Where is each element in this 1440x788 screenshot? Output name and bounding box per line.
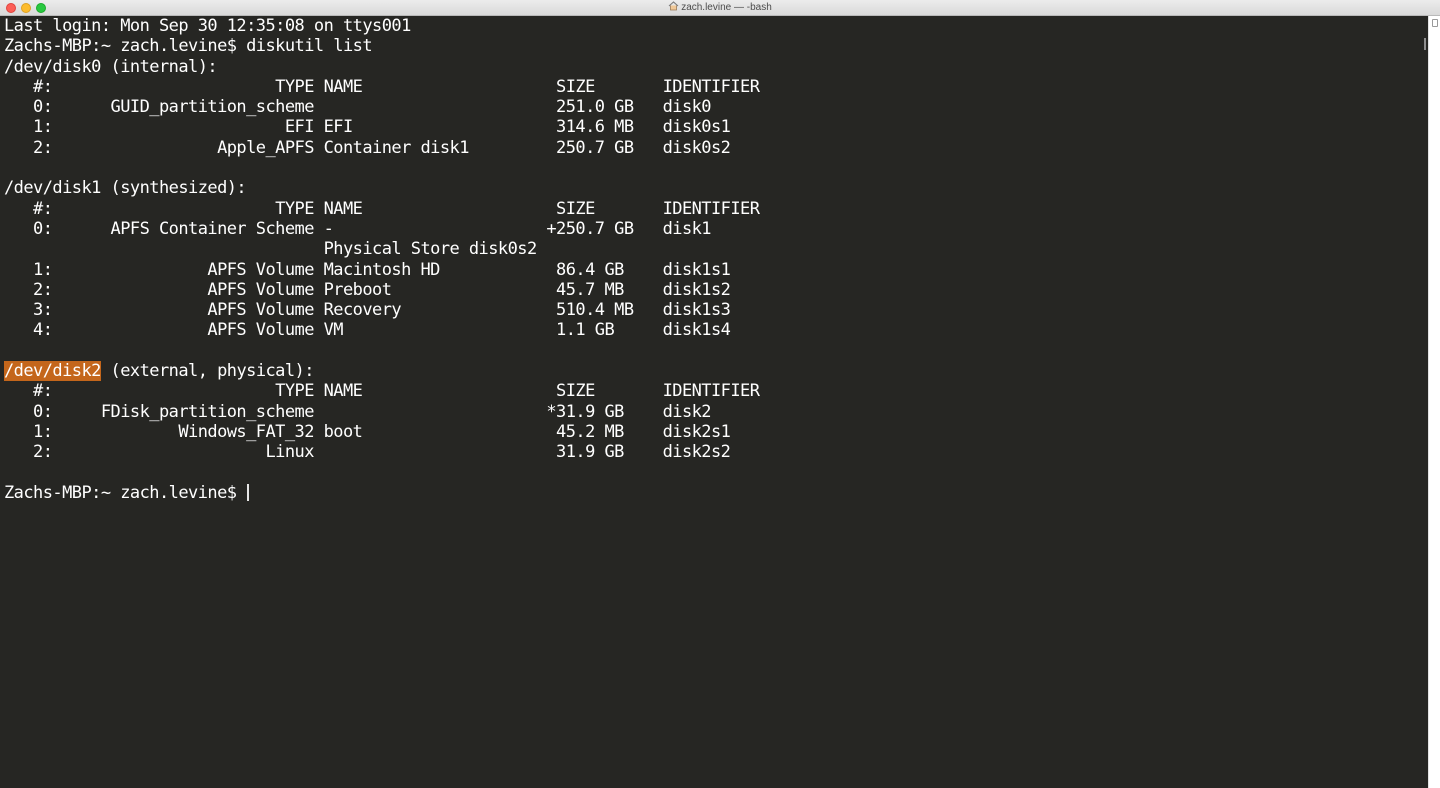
window-title-area: zach.levine — -bash [0,1,1440,15]
terminal-line: 0: APFS Container Scheme - +250.7 GB dis… [4,219,759,239]
line-text: 2: Linux 31.9 GB disk2s2 [4,442,731,463]
line-text: Last login: Mon Sep 30 12:35:08 on ttys0… [4,16,411,36]
line-text: 2: APFS Volume Preboot 45.7 MB disk1s2 [4,279,731,300]
line-text: #: TYPE NAME SIZE IDENTIFIER [4,381,760,402]
terminal-line: 2: Linux 31.9 GB disk2s2 [4,442,759,462]
text-cursor [247,483,250,501]
terminal-line: 1: APFS Volume Macintosh HD 86.4 GB disk… [4,260,759,280]
terminal-line: /dev/disk0 (internal): [4,57,759,77]
terminal-line: 1: EFI EFI 314.6 MB disk0s1 [4,117,759,137]
terminal-line: 0: GUID_partition_scheme 251.0 GB disk0 [4,97,759,117]
scroll-thumb[interactable] [1432,19,1438,27]
terminal-line: 4: APFS Volume VM 1.1 GB disk1s4 [4,320,759,340]
line-text: #: TYPE NAME SIZE IDENTIFIER [4,198,760,219]
terminal-line: /dev/disk1 (synthesized): [4,178,759,198]
line-text: Zachs-MBP:~ zach.levine$ [4,482,247,503]
terminal-line: Physical Store disk0s2 [4,239,759,259]
terminal-line: 3: APFS Volume Recovery 510.4 MB disk1s3 [4,300,759,320]
line-text: 3: APFS Volume Recovery 510.4 MB disk1s3 [4,300,731,321]
line-text: (external, physical): [100,361,315,382]
line-text: #: TYPE NAME SIZE IDENTIFIER [4,76,760,97]
vertical-scrollbar[interactable] [1428,16,1440,788]
terminal-line: 2: Apple_APFS Container disk1 250.7 GB d… [4,138,759,158]
line-text: Zachs-MBP:~ zach.levine$ diskutil list [4,36,373,57]
terminal-line: Zachs-MBP:~ zach.levine$ [4,483,759,503]
line-text: 0: FDisk_partition_scheme *31.9 GB disk2 [4,401,712,422]
terminal-line: 2: APFS Volume Preboot 45.7 MB disk1s2 [4,280,759,300]
terminal-line: 0: FDisk_partition_scheme *31.9 GB disk2 [4,402,759,422]
terminal-output: Last login: Mon Sep 30 12:35:08 on ttys0… [4,16,760,503]
line-text: 2: Apple_APFS Container disk1 250.7 GB d… [4,137,731,158]
title-bar[interactable]: zach.levine — -bash [0,0,1440,16]
line-text: Physical Store disk0s2 [4,239,538,260]
terminal-line: /dev/disk2 (external, physical): [4,361,759,382]
terminal-line: #: TYPE NAME SIZE IDENTIFIER [4,76,760,97]
terminal-line: #: TYPE NAME SIZE IDENTIFIER [4,198,760,219]
line-text: 0: APFS Container Scheme - +250.7 GB dis… [4,218,712,239]
terminal-line: Last login: Mon Sep 30 12:35:08 on ttys0… [4,16,759,36]
line-text: 4: APFS Volume VM 1.1 GB disk1s4 [4,320,731,341]
line-text: 1: APFS Volume Macintosh HD 86.4 GB disk… [4,259,731,280]
terminal-line: Zachs-MBP:~ zach.levine$ diskutil list [4,36,759,56]
line-text: 1: Windows_FAT_32 boot 45.2 MB disk2s1 [4,421,731,442]
selected-text: /dev/disk2 [4,361,101,382]
terminal-window: zach.levine — -bash Last login: Mon Sep … [0,0,1440,788]
home-icon [668,1,679,11]
text-edge-marker [1424,38,1426,50]
terminal-view[interactable]: Last login: Mon Sep 30 12:35:08 on ttys0… [0,16,1428,788]
line-text: /dev/disk0 (internal): [4,56,218,77]
window-title: zach.levine — -bash [681,2,772,13]
terminal-line: 1: Windows_FAT_32 boot 45.2 MB disk2s1 [4,422,759,442]
terminal-line: #: TYPE NAME SIZE IDENTIFIER [4,381,760,402]
line-text: /dev/disk1 (synthesized): [4,178,247,199]
line-text: 0: GUID_partition_scheme 251.0 GB disk0 [4,97,712,118]
line-text: 1: EFI EFI 314.6 MB disk0s1 [4,117,731,138]
